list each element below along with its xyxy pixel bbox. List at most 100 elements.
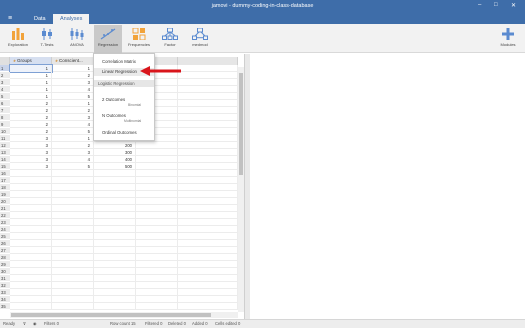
row-number[interactable]: 22 bbox=[0, 212, 10, 219]
data-cell[interactable] bbox=[10, 212, 52, 219]
row-number[interactable]: 33 bbox=[0, 289, 10, 296]
data-cell[interactable] bbox=[52, 170, 94, 177]
data-cell[interactable]: 5 bbox=[52, 93, 94, 100]
data-cell[interactable] bbox=[136, 226, 178, 233]
menu-item-ordinal-outcomes[interactable]: Ordinal Outcomes bbox=[94, 130, 154, 135]
minimize-icon[interactable]: – bbox=[478, 2, 481, 8]
row-number[interactable]: 12 bbox=[0, 142, 10, 149]
data-cell[interactable] bbox=[10, 226, 52, 233]
row-number[interactable]: 5 bbox=[0, 93, 10, 100]
row-number[interactable]: 6 bbox=[0, 100, 10, 107]
data-cell[interactable]: 1 bbox=[10, 93, 52, 100]
data-cell[interactable] bbox=[94, 289, 136, 296]
data-cell[interactable] bbox=[178, 303, 238, 310]
data-cell[interactable] bbox=[52, 254, 94, 261]
data-cell[interactable] bbox=[178, 184, 238, 191]
row-number[interactable]: 14 bbox=[0, 156, 10, 163]
data-cell[interactable]: 4 bbox=[52, 86, 94, 93]
data-cell[interactable] bbox=[178, 93, 238, 100]
exploration-button[interactable]: Exploration bbox=[4, 28, 32, 52]
data-cell[interactable] bbox=[178, 233, 238, 240]
data-cell[interactable] bbox=[94, 184, 136, 191]
data-cell[interactable] bbox=[94, 282, 136, 289]
data-cell[interactable] bbox=[178, 198, 238, 205]
data-cell[interactable] bbox=[178, 275, 238, 282]
data-cell[interactable]: 2 bbox=[10, 100, 52, 107]
data-cell[interactable]: 200 bbox=[94, 142, 136, 149]
data-cell[interactable] bbox=[178, 121, 238, 128]
data-cell[interactable]: 300 bbox=[94, 149, 136, 156]
data-cell[interactable] bbox=[136, 303, 178, 310]
data-cell[interactable] bbox=[52, 212, 94, 219]
data-cell[interactable] bbox=[178, 240, 238, 247]
data-cell[interactable] bbox=[136, 219, 178, 226]
data-cell[interactable] bbox=[178, 65, 238, 72]
data-cell[interactable] bbox=[136, 247, 178, 254]
data-cell[interactable] bbox=[10, 240, 52, 247]
data-cell[interactable] bbox=[178, 289, 238, 296]
tab-analyses[interactable]: Analyses bbox=[53, 14, 90, 24]
data-cell[interactable] bbox=[136, 268, 178, 275]
data-cell[interactable]: 2 bbox=[10, 128, 52, 135]
data-cell[interactable] bbox=[178, 100, 238, 107]
data-cell[interactable]: 3 bbox=[52, 149, 94, 156]
column-header-5[interactable] bbox=[178, 57, 238, 65]
data-cell[interactable] bbox=[52, 282, 94, 289]
data-cell[interactable] bbox=[178, 107, 238, 114]
menu-item-n-outcomes[interactable]: N Outcomes bbox=[94, 113, 154, 118]
data-cell[interactable] bbox=[178, 163, 238, 170]
data-cell[interactable] bbox=[52, 226, 94, 233]
data-cell[interactable] bbox=[94, 233, 136, 240]
vertical-scrollbar[interactable] bbox=[238, 67, 244, 312]
maximize-icon[interactable]: □ bbox=[494, 2, 498, 8]
corner-cell[interactable] bbox=[0, 57, 10, 65]
row-number[interactable]: 27 bbox=[0, 247, 10, 254]
data-cell[interactable] bbox=[94, 177, 136, 184]
data-cell[interactable] bbox=[178, 135, 238, 142]
data-cell[interactable] bbox=[178, 282, 238, 289]
data-cell[interactable]: 5 bbox=[52, 163, 94, 170]
tab-data[interactable]: Data bbox=[27, 14, 53, 24]
data-cell[interactable] bbox=[10, 233, 52, 240]
data-cell[interactable]: 3 bbox=[10, 142, 52, 149]
menu-item-2-outcomes[interactable]: 2 Outcomes bbox=[94, 97, 154, 102]
data-cell[interactable] bbox=[10, 219, 52, 226]
row-number[interactable]: 31 bbox=[0, 275, 10, 282]
data-cell[interactable]: 3 bbox=[52, 114, 94, 121]
data-cell[interactable] bbox=[52, 296, 94, 303]
data-cell[interactable] bbox=[178, 261, 238, 268]
data-cell[interactable] bbox=[10, 170, 52, 177]
data-cell[interactable] bbox=[178, 149, 238, 156]
data-cell[interactable] bbox=[136, 142, 178, 149]
data-cell[interactable] bbox=[10, 184, 52, 191]
data-cell[interactable]: 3 bbox=[10, 135, 52, 142]
data-cell[interactable] bbox=[178, 170, 238, 177]
data-cell[interactable] bbox=[10, 261, 52, 268]
data-cell[interactable] bbox=[94, 219, 136, 226]
data-cell[interactable] bbox=[178, 219, 238, 226]
row-number[interactable]: 26 bbox=[0, 240, 10, 247]
data-cell[interactable] bbox=[178, 247, 238, 254]
column-header-conscientiousness[interactable]: ◕ Conscient... bbox=[52, 57, 94, 65]
data-cell[interactable] bbox=[178, 191, 238, 198]
data-cell[interactable] bbox=[178, 114, 238, 121]
data-cell[interactable]: 2 bbox=[52, 142, 94, 149]
data-cell[interactable]: 2 bbox=[52, 72, 94, 79]
row-number[interactable]: 18 bbox=[0, 184, 10, 191]
data-cell[interactable] bbox=[94, 240, 136, 247]
data-cell[interactable] bbox=[136, 191, 178, 198]
data-cell[interactable] bbox=[178, 205, 238, 212]
data-cell[interactable] bbox=[52, 247, 94, 254]
horizontal-scrollbar[interactable] bbox=[10, 312, 238, 318]
data-cell[interactable]: 1 bbox=[52, 100, 94, 107]
eye-icon[interactable]: ◉ bbox=[33, 320, 37, 328]
data-cell[interactable] bbox=[10, 275, 52, 282]
data-cell[interactable] bbox=[94, 268, 136, 275]
data-cell[interactable] bbox=[94, 170, 136, 177]
data-cell[interactable] bbox=[10, 177, 52, 184]
data-cell[interactable]: 3 bbox=[10, 149, 52, 156]
row-number[interactable]: 24 bbox=[0, 226, 10, 233]
data-cell[interactable]: 2 bbox=[10, 121, 52, 128]
row-number[interactable]: 15 bbox=[0, 163, 10, 170]
data-cell[interactable] bbox=[178, 79, 238, 86]
